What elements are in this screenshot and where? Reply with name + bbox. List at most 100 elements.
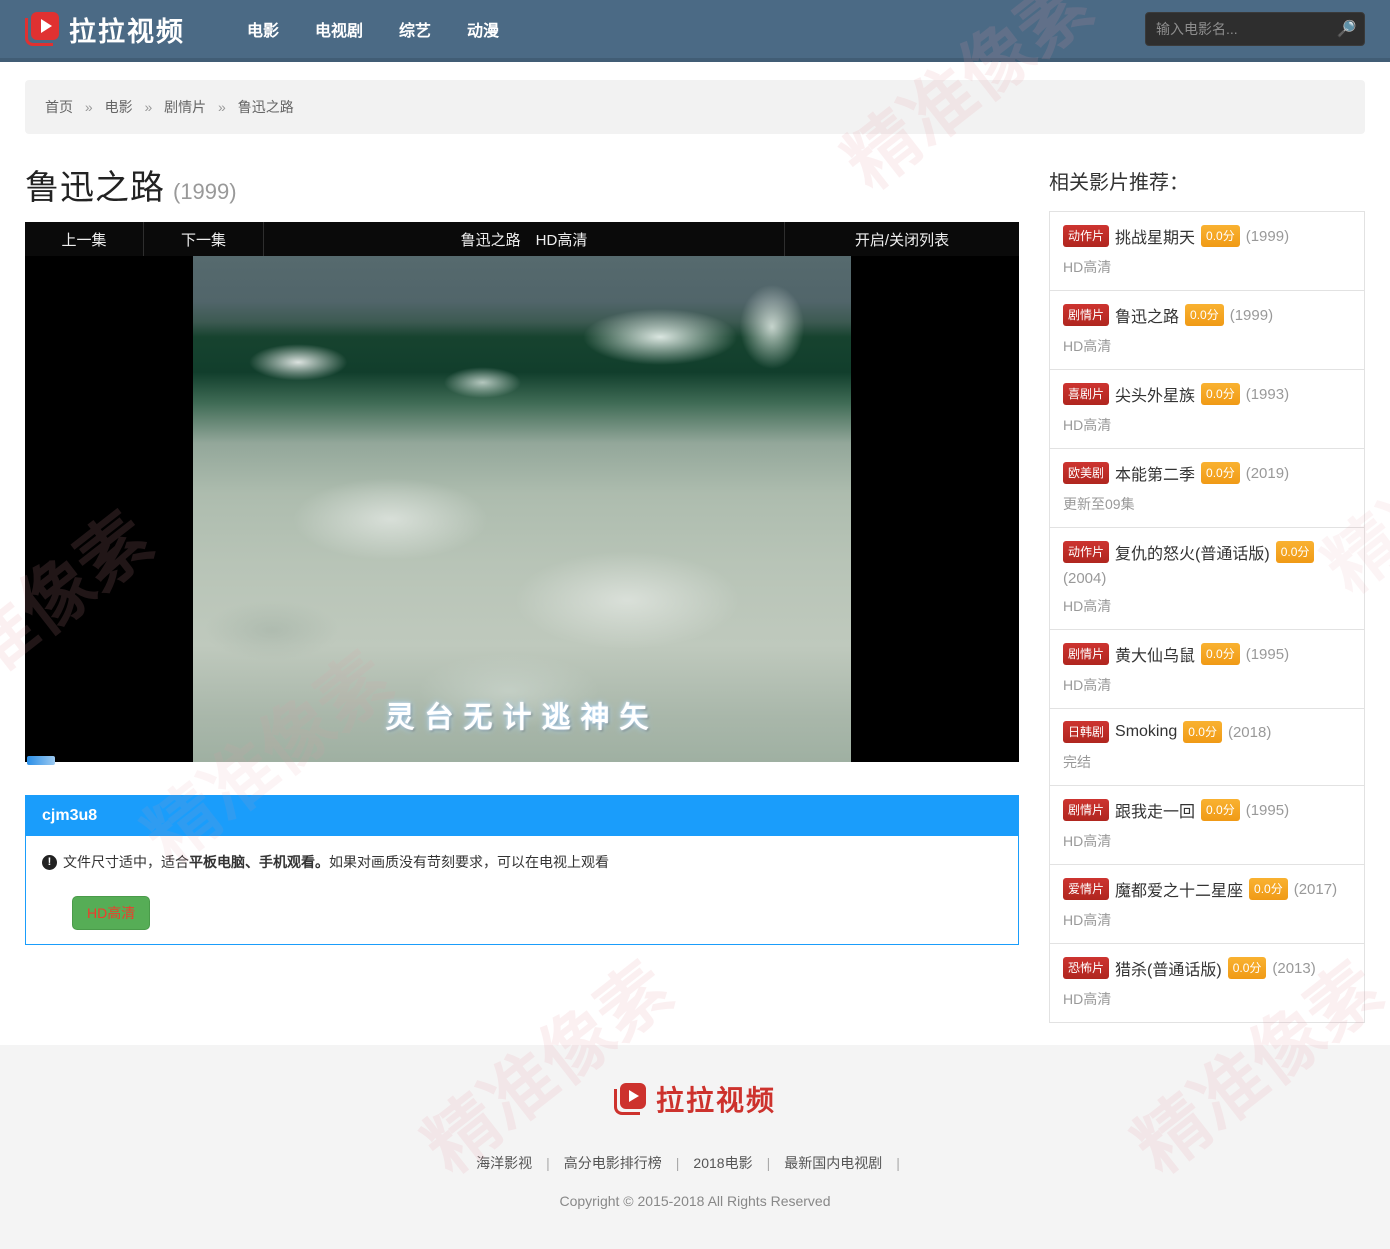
score-badge: 0.0分: [1201, 799, 1240, 821]
related-status: HD高清: [1063, 910, 1351, 930]
category-badge: 剧情片: [1063, 643, 1109, 665]
now-playing-label: 鲁迅之路 HD高清: [264, 222, 785, 256]
nav-item[interactable]: 动漫: [453, 9, 513, 49]
search-input[interactable]: [1156, 21, 1337, 37]
footer-play-logo-icon: [614, 1083, 646, 1115]
related-title: 魔都爱之十二星座: [1115, 877, 1243, 901]
info-icon: !: [42, 855, 57, 870]
related-heading: 相关影片推荐：: [1049, 166, 1365, 195]
score-badge: 0.0分: [1228, 957, 1267, 979]
related-title: 鲁迅之路: [1115, 303, 1179, 327]
related-item[interactable]: 动作片 挑战星期天 0.0分 (1999) HD高清: [1050, 212, 1364, 291]
related-status: HD高清: [1063, 257, 1351, 277]
nav-item[interactable]: 电视剧: [301, 9, 377, 49]
movie-title: 鲁迅之路: [25, 169, 165, 207]
next-episode-button[interactable]: 下一集: [144, 222, 264, 256]
related-title: 黄大仙乌鼠: [1115, 642, 1195, 666]
breadcrumb-movies[interactable]: 电影: [105, 99, 133, 115]
related-item[interactable]: 恐怖片 猎杀(普通话版) 0.0分 (2013) HD高清: [1050, 944, 1364, 1022]
category-badge: 动作片: [1063, 541, 1109, 563]
breadcrumb-category[interactable]: 剧情片: [164, 99, 206, 115]
related-title: 挑战星期天: [1115, 224, 1195, 248]
footer-logo[interactable]: 拉拉视频: [0, 1079, 1390, 1119]
related-item[interactable]: 剧情片 鲁迅之路 0.0分 (1999) HD高清: [1050, 291, 1364, 370]
breadcrumb-home[interactable]: 首页: [45, 99, 73, 115]
footer-link[interactable]: 最新国内电视剧: [784, 1155, 882, 1171]
related-title: 本能第二季: [1115, 461, 1195, 485]
related-list: 动作片 挑战星期天 0.0分 (1999) HD高清 剧情片 鲁迅之路 0.0分…: [1049, 211, 1365, 1023]
top-navbar: 拉拉视频 电影电视剧综艺动漫 🔍: [0, 0, 1390, 62]
score-badge: 0.0分: [1276, 541, 1315, 563]
episode-hd-button[interactable]: HD高清: [72, 896, 150, 930]
score-badge: 0.0分: [1185, 304, 1224, 326]
source-note: ! 文件尺寸适中，适合平板电脑、手机观看。如果对画质没有苛刻要求，可以在电视上观…: [42, 852, 1002, 872]
category-badge: 欧美剧: [1063, 462, 1109, 484]
footer-links: 海洋影视|高分电影排行榜|2018电影|最新国内电视剧|: [0, 1153, 1390, 1173]
footer-link[interactable]: 高分电影排行榜: [564, 1155, 662, 1171]
category-badge: 喜剧片: [1063, 383, 1109, 405]
category-badge: 动作片: [1063, 225, 1109, 247]
related-year: (1993): [1246, 386, 1289, 403]
footer-link[interactable]: 海洋影视: [476, 1155, 532, 1171]
related-item[interactable]: 喜剧片 尖头外星族 0.0分 (1993) HD高清: [1050, 370, 1364, 449]
related-sidebar: 相关影片推荐： 动作片 挑战星期天 0.0分 (1999) HD高清 剧情片: [1049, 160, 1365, 1023]
footer-link[interactable]: 2018电影: [693, 1155, 752, 1171]
related-year: (1995): [1246, 802, 1289, 819]
score-badge: 0.0分: [1201, 225, 1240, 247]
score-badge: 0.0分: [1201, 383, 1240, 405]
category-badge: 剧情片: [1063, 799, 1109, 821]
site-logo[interactable]: 拉拉视频: [25, 10, 185, 49]
video-screen[interactable]: 灵台无计逃神矢: [25, 256, 1019, 762]
video-frame: [193, 256, 851, 762]
nav-item[interactable]: 电影: [233, 9, 293, 49]
related-year: (2013): [1272, 960, 1315, 977]
breadcrumb-separator: »: [144, 99, 152, 115]
related-title: 跟我走一回: [1115, 798, 1195, 822]
page-title: 鲁迅之路(1999): [25, 160, 1019, 209]
related-year: (1999): [1230, 307, 1273, 324]
score-badge: 0.0分: [1201, 643, 1240, 665]
nav-item[interactable]: 综艺: [385, 9, 445, 49]
related-status: HD高清: [1063, 415, 1351, 435]
category-badge: 恐怖片: [1063, 957, 1109, 979]
related-item[interactable]: 日韩剧 Smoking 0.0分 (2018) 完结: [1050, 709, 1364, 786]
source-panel: cjm3u8 ! 文件尺寸适中，适合平板电脑、手机观看。如果对画质没有苛刻要求，…: [25, 795, 1019, 945]
breadcrumb: 首页 » 电影 » 剧情片 » 鲁迅之路: [25, 80, 1365, 134]
player-progress-chip[interactable]: [27, 756, 55, 765]
related-item[interactable]: 爱情片 魔都爱之十二星座 0.0分 (2017) HD高清: [1050, 865, 1364, 944]
related-title: Smoking: [1115, 723, 1177, 741]
footer-link-separator: |: [676, 1155, 680, 1171]
footer-link-separator: |: [546, 1155, 550, 1171]
video-subtitle: 灵台无计逃神矢: [25, 694, 1019, 736]
related-year: (2018): [1228, 724, 1271, 741]
related-item[interactable]: 动作片 复仇的怒火(普通话版) 0.0分 (2004) HD高清: [1050, 528, 1364, 630]
search-icon[interactable]: 🔍: [1337, 19, 1357, 39]
category-badge: 日韩剧: [1063, 721, 1109, 743]
prev-episode-button[interactable]: 上一集: [25, 222, 144, 256]
play-logo-icon: [25, 12, 59, 46]
breadcrumb-current: 鲁迅之路: [238, 99, 294, 115]
related-item[interactable]: 剧情片 黄大仙乌鼠 0.0分 (1995) HD高清: [1050, 630, 1364, 709]
related-year: (2004): [1063, 570, 1106, 587]
related-status: 完结: [1063, 752, 1351, 772]
breadcrumb-separator: »: [85, 99, 93, 115]
related-title: 猎杀(普通话版): [1115, 956, 1222, 980]
related-status: HD高清: [1063, 989, 1351, 1009]
related-title: 复仇的怒火(普通话版): [1115, 540, 1270, 564]
related-item[interactable]: 欧美剧 本能第二季 0.0分 (2019) 更新至09集: [1050, 449, 1364, 528]
score-badge: 0.0分: [1183, 721, 1222, 743]
related-year: (1999): [1246, 228, 1289, 245]
player-control-bar: 上一集 下一集 鲁迅之路 HD高清 开启/关闭列表: [25, 222, 1019, 256]
source-note-text: 文件尺寸适中，适合平板电脑、手机观看。如果对画质没有苛刻要求，可以在电视上观看: [63, 852, 609, 872]
category-badge: 爱情片: [1063, 878, 1109, 900]
main-nav: 电影电视剧综艺动漫: [233, 9, 513, 49]
related-year: (2017): [1294, 881, 1337, 898]
footer-link-separator: |: [896, 1155, 900, 1171]
copyright-text: Copyright © 2015-2018 All Rights Reserve…: [0, 1193, 1390, 1209]
footer: 拉拉视频 海洋影视|高分电影排行榜|2018电影|最新国内电视剧| Copyri…: [0, 1045, 1390, 1249]
breadcrumb-separator: »: [218, 99, 226, 115]
related-item[interactable]: 剧情片 跟我走一回 0.0分 (1995) HD高清: [1050, 786, 1364, 865]
related-status: HD高清: [1063, 596, 1351, 616]
toggle-playlist-button[interactable]: 开启/关闭列表: [785, 222, 1019, 256]
search-box[interactable]: 🔍: [1145, 12, 1365, 46]
